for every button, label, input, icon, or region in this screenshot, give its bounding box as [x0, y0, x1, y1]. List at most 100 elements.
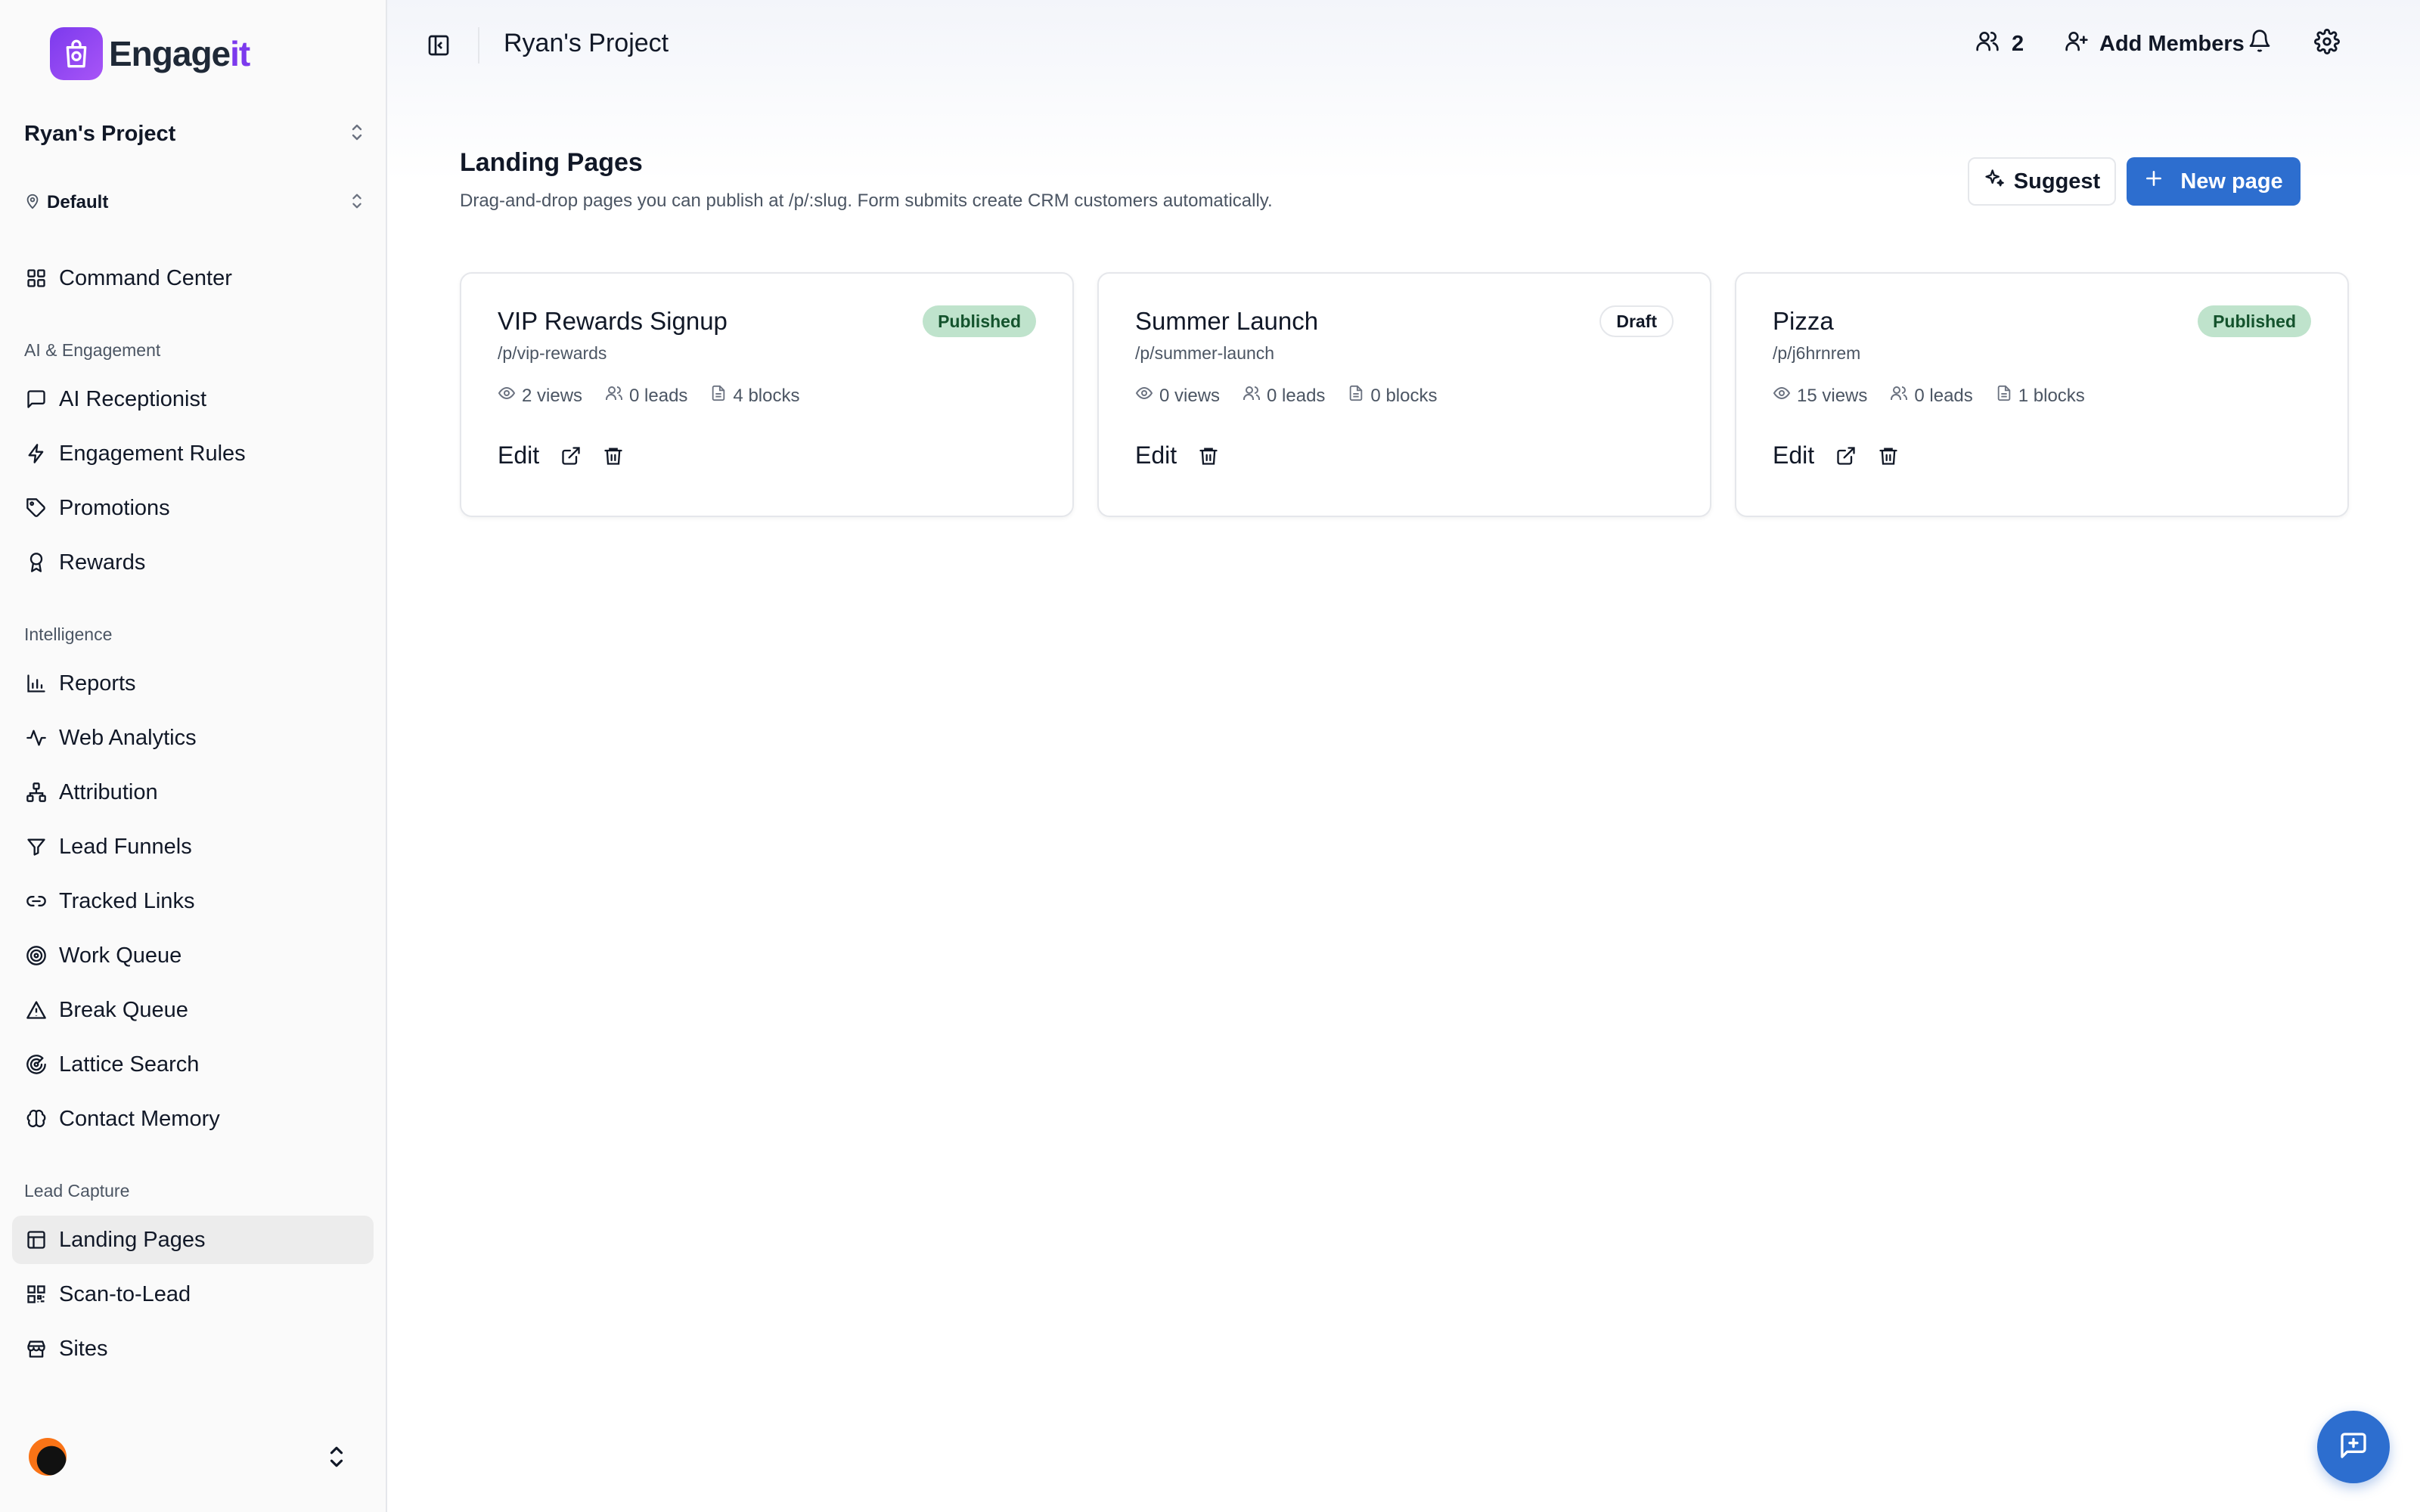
views-stat: 2 views	[498, 384, 582, 407]
avatar	[29, 1438, 67, 1476]
trash-icon[interactable]	[603, 445, 624, 466]
sidebar-item-label: Reports	[59, 671, 136, 696]
leads-count: 0 leads	[1267, 385, 1326, 406]
edit-link[interactable]: Edit	[1135, 442, 1177, 469]
page-subtitle: Drag-and-drop pages you can publish at /…	[460, 191, 1273, 211]
card-title: Summer Launch	[1135, 307, 1319, 335]
edit-link[interactable]: Edit	[498, 442, 539, 469]
users-icon	[1243, 384, 1261, 407]
card-slug: /p/vip-rewards	[498, 343, 607, 363]
sidebar-item-web-analytics[interactable]: Web Analytics	[12, 714, 374, 762]
external-link-icon[interactable]	[1835, 445, 1857, 466]
trash-icon[interactable]	[1198, 445, 1219, 466]
brand-name-accent: it	[230, 34, 250, 73]
page-title: Landing Pages	[460, 148, 643, 177]
users-icon	[605, 384, 623, 407]
new-page-label: New page	[2180, 169, 2283, 194]
blocks-count: 1 blocks	[2018, 385, 2085, 406]
plus-icon	[2144, 169, 2164, 194]
sidebar-item-command-center[interactable]: Command Center	[12, 254, 374, 302]
gear-icon[interactable]	[2314, 29, 2340, 58]
landing-page-card: Pizza /p/j6hrnrem Published 15 views 0 l…	[1735, 272, 2349, 517]
sidebar-item-break-queue[interactable]: Break Queue	[12, 986, 374, 1034]
views-count: 2 views	[522, 385, 583, 406]
members-count: 2	[2012, 31, 2024, 56]
sidebar-item-ai-receptionist[interactable]: AI Receptionist	[12, 375, 374, 423]
leads-count: 0 leads	[1914, 385, 1973, 406]
sidebar-item-tracked-links[interactable]: Tracked Links	[12, 877, 374, 925]
sidebar-item-label: Work Queue	[59, 943, 182, 968]
status-badge: Draft	[1599, 305, 1674, 337]
blocks-stat: 4 blocks	[710, 384, 799, 407]
sidebar-item-sites[interactable]: Sites	[12, 1325, 374, 1373]
sidebar-item-landing-pages[interactable]: Landing Pages	[12, 1216, 374, 1264]
sidebar-item-label: Lead Funnels	[59, 834, 192, 859]
eye-icon	[1135, 384, 1153, 407]
location-switcher[interactable]: Default	[24, 187, 365, 218]
sidebar-toggle-icon[interactable]	[424, 30, 454, 60]
landing-page-card: VIP Rewards Signup /p/vip-rewards Publis…	[460, 272, 1074, 517]
user-plus-icon	[2065, 29, 2089, 59]
sidebar-item-label: Sites	[59, 1336, 108, 1361]
section-label-intelligence: Intelligence	[24, 624, 113, 644]
activity-icon	[24, 726, 48, 750]
add-members-button[interactable]: Add Members	[2065, 29, 2245, 59]
users-icon	[1975, 29, 2000, 59]
sidebar-item-attribution[interactable]: Attribution	[12, 768, 374, 816]
leads-stat: 0 leads	[605, 384, 687, 407]
award-icon	[24, 550, 48, 575]
map-pin-icon	[24, 192, 41, 214]
grid-icon	[24, 266, 48, 290]
user-menu[interactable]	[0, 1421, 386, 1512]
status-badge: Published	[2198, 305, 2311, 337]
suggest-button[interactable]: Suggest	[1968, 157, 2116, 206]
sidebar-item-work-queue[interactable]: Work Queue	[12, 931, 374, 980]
sidebar-item-contact-memory[interactable]: Contact Memory	[12, 1095, 374, 1143]
sidebar-item-label: Break Queue	[59, 997, 188, 1022]
tag-icon	[24, 496, 48, 520]
brand[interactable]: Engageit	[50, 27, 250, 80]
chevrons-up-down-icon	[349, 122, 365, 146]
status-badge: Published	[923, 305, 1036, 337]
bar-chart-icon	[24, 671, 48, 696]
alert-triangle-icon	[24, 998, 48, 1022]
sidebar-item-label: Web Analytics	[59, 725, 197, 750]
sidebar-item-label: AI Receptionist	[59, 386, 207, 411]
leads-count: 0 leads	[629, 385, 688, 406]
sidebar: Engageit Ryan's Project Default Command …	[0, 0, 387, 1512]
new-page-button[interactable]: New page	[2127, 157, 2301, 206]
sidebar-item-label: Engagement Rules	[59, 441, 246, 466]
blocks-stat: 0 blocks	[1348, 384, 1437, 407]
sidebar-item-label: Command Center	[59, 265, 232, 290]
sidebar-item-rewards[interactable]: Rewards	[12, 538, 374, 587]
brain-icon	[24, 1107, 48, 1131]
store-icon	[24, 1337, 48, 1361]
zap-icon	[24, 442, 48, 466]
sidebar-item-promotions[interactable]: Promotions	[12, 484, 374, 532]
page-breadcrumb: Ryan's Project	[504, 29, 669, 57]
layout-icon	[24, 1228, 48, 1252]
sidebar-item-label: Scan-to-Lead	[59, 1281, 191, 1306]
external-link-icon[interactable]	[560, 445, 582, 466]
filter-icon	[24, 835, 48, 859]
members-count-button[interactable]: 2	[1975, 29, 2024, 59]
edit-link[interactable]: Edit	[1773, 442, 1814, 469]
sidebar-item-lead-funnels[interactable]: Lead Funnels	[12, 823, 374, 871]
card-slug: /p/j6hrnrem	[1773, 343, 1861, 363]
sidebar-item-engagement-rules[interactable]: Engagement Rules	[12, 429, 374, 478]
sparkles-icon	[1984, 168, 2005, 195]
sidebar-item-lattice-search[interactable]: Lattice Search	[12, 1040, 374, 1089]
section-label-lead-capture: Lead Capture	[24, 1181, 130, 1201]
location-name: Default	[47, 192, 109, 212]
card-stats: 0 views 0 leads 0 blocks	[1135, 384, 1437, 407]
qr-code-icon	[24, 1282, 48, 1306]
add-members-label: Add Members	[2099, 31, 2245, 56]
sidebar-item-reports[interactable]: Reports	[12, 659, 374, 708]
chat-support-button[interactable]	[2317, 1411, 2390, 1483]
link-icon	[24, 889, 48, 913]
bell-icon[interactable]	[2248, 29, 2272, 57]
sidebar-item-scan-to-lead[interactable]: Scan-to-Lead	[12, 1270, 374, 1318]
file-icon	[1996, 384, 2012, 407]
trash-icon[interactable]	[1878, 445, 1899, 466]
project-switcher[interactable]: Ryan's Project	[24, 113, 365, 154]
